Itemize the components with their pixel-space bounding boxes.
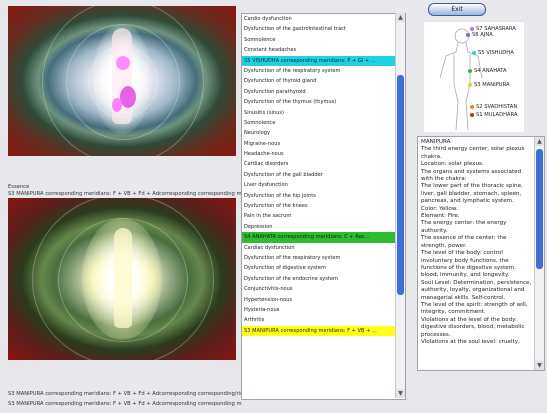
chakra-dot-icon [470, 27, 474, 31]
list-item[interactable]: Hysteria-nous [242, 305, 405, 315]
list-item[interactable]: Migraine-nous [242, 139, 405, 149]
list-item[interactable]: Dysfunction of the thymus (thymus) [242, 97, 405, 107]
diagnosis-list-rows: Cardio dysfunction Dysfunction of the gas… [242, 14, 405, 388]
chakra-label[interactable]: S1 MULADHARA [476, 112, 517, 118]
list-item[interactable] [242, 357, 405, 367]
list-item[interactable] [242, 367, 405, 377]
chakra-label[interactable]: S6 AJNA [472, 32, 493, 38]
energy-spot [116, 56, 130, 70]
exit-button[interactable]: Exit [428, 3, 486, 16]
aura-image-top [8, 6, 236, 156]
list-item[interactable]: Somnolence [242, 118, 405, 128]
list-item[interactable]: S3 MANIPURA corresponding meridians: F +… [242, 325, 405, 337]
list-item[interactable]: Dysfunction of the gall bladder [242, 170, 405, 180]
scroll-thumb[interactable] [397, 75, 404, 295]
list-item[interactable]: S5 VISHUDHA corresponding meridians: P +… [242, 55, 405, 66]
list-item[interactable]: Dysfunction of the respiratory system [242, 253, 405, 263]
list-item[interactable]: Depression [242, 222, 405, 232]
list-item[interactable]: Liver dysfunction [242, 180, 405, 190]
scroll-up-button[interactable]: ▲ [396, 13, 405, 22]
list-item[interactable]: Hypertension-nous [242, 295, 405, 305]
scroll-down-button[interactable]: ▼ [396, 389, 405, 398]
list-item[interactable]: Arthritis [242, 315, 405, 325]
list-item[interactable]: Dysfunction of digestive system [242, 263, 405, 273]
aura-caption-bottom-1: S3 MANIPURA corresponding meridians: F +… [8, 391, 279, 397]
human-figure-bottom [114, 228, 132, 328]
description-scrollbar[interactable]: ▲ ▼ [534, 137, 544, 370]
chakra-description-panel[interactable]: MANIPURA The third energy center, solar … [417, 136, 545, 371]
aura-caption-bottom-2: S3 MANIPURA corresponding meridians: F +… [8, 401, 242, 407]
chakra-label[interactable]: S5 VISHUDHA [478, 50, 514, 56]
chakra-label[interactable]: S2 SVADHISTAN [476, 104, 517, 110]
list-item[interactable]: Dysfunction of thyroid gland [242, 76, 405, 86]
list-item[interactable]: Pain in the sacrum [242, 211, 405, 221]
diagnosis-list[interactable]: Cardio dysfunction Dysfunction of the gas… [241, 13, 406, 400]
chakra-dot-icon [468, 69, 472, 73]
diagnosis-list-scrollbar[interactable]: ▲ ▼ [395, 13, 405, 398]
list-item[interactable] [242, 347, 405, 357]
list-item[interactable]: Sinusitis (sinus) [242, 108, 405, 118]
list-item[interactable]: Neurology [242, 128, 405, 138]
chakra-dot-icon [466, 33, 470, 37]
list-item[interactable]: Constant headaches [242, 45, 405, 55]
list-item[interactable] [242, 378, 405, 388]
scroll-up-button[interactable]: ▲ [535, 137, 544, 146]
chakra-dot-icon [468, 83, 472, 87]
list-item[interactable]: Cardio dysfunction [242, 14, 405, 24]
aura-image-bottom [8, 198, 236, 360]
list-item[interactable]: S4 ANAHATA corresponding meridians: C + … [242, 232, 405, 243]
list-item[interactable]: Dysfunction parathyroid [242, 87, 405, 97]
list-item[interactable]: Dysfunction of the gastrointestinal trac… [242, 24, 405, 34]
list-item[interactable]: Cardiac dysfunction [242, 243, 405, 253]
chakra-dot-icon [470, 113, 474, 117]
list-item[interactable] [242, 336, 405, 346]
list-item[interactable]: Cardiac disorders [242, 159, 405, 169]
chakra-dot-icon [470, 105, 474, 109]
list-item[interactable]: Dysfunction of the respiratory system [242, 66, 405, 76]
chakra-description-text: MANIPURA The third energy center, solar … [421, 139, 532, 345]
list-item[interactable]: Dysfunction of the hip joints [242, 191, 405, 201]
list-item[interactable]: Headache-nous [242, 149, 405, 159]
energy-spot [112, 98, 122, 112]
list-item[interactable]: Conjunctivitis-nous [242, 284, 405, 294]
list-item[interactable]: Dysfunction of the knees [242, 201, 405, 211]
scroll-thumb[interactable] [536, 149, 543, 269]
scroll-down-button[interactable]: ▼ [535, 361, 544, 370]
list-item[interactable]: Somnolence [242, 35, 405, 45]
chakra-dot-icon [472, 51, 476, 55]
chakra-label[interactable]: S4 ANAHATA [474, 68, 507, 74]
chakra-label[interactable]: S3 MANIPURA [474, 82, 510, 88]
energy-spot [120, 86, 136, 108]
list-item[interactable]: Dysfunction of the endocrine system [242, 274, 405, 284]
chakra-body-diagram: S7 SAHASRARA S6 AJNA S5 VISHUDHA S4 ANAHATA… [424, 22, 524, 132]
